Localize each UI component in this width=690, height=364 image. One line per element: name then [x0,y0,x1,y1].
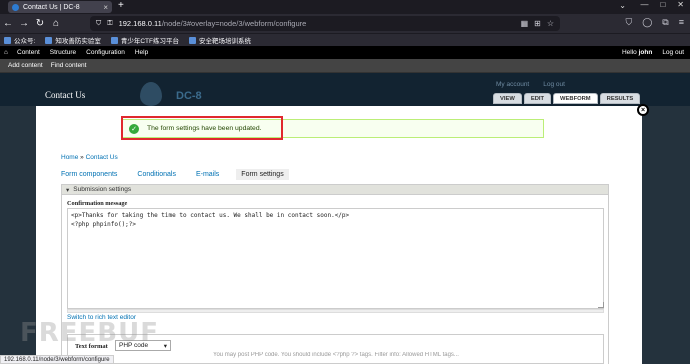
admin-user-name[interactable]: john [639,49,653,56]
user-links: My account Log out [496,81,565,88]
bookmark-icon [45,36,53,44]
extensions-icon[interactable]: ⧉ [662,17,668,28]
tab-view[interactable]: VIEW [493,93,522,104]
shortcut-add-content[interactable]: Add content [8,62,43,69]
tab-title: Contact Us | DC-8 [23,3,80,11]
bookmark-star-icon[interactable]: ☆ [547,19,554,28]
bookmark-item[interactable]: 青少年CTF练习平台 [110,35,179,45]
browser-status-bar: 192.168.0.11/node/3/webform/configure [0,355,114,364]
site-logo-text[interactable]: DC-8 [176,90,202,102]
textarea-grippie[interactable] [67,309,604,313]
resize-handle-icon[interactable] [598,302,604,308]
url-path: /node/3#overlay=node/3/webform/configure [161,19,307,28]
forward-icon[interactable]: → [16,18,32,29]
bookmark-icon [188,36,196,44]
primary-tabs: VIEW EDIT WEBFORM RESULTS [493,93,641,104]
reload-icon[interactable]: ↻ [32,18,48,29]
chevron-down-icon: ▾ [163,342,167,350]
tab-list-icon[interactable]: ⌄ [619,1,626,10]
admin-home-icon[interactable]: ⌂ [0,49,12,56]
account-icon[interactable]: ◯ [642,17,652,28]
home-icon[interactable]: ⌂ [48,18,64,29]
tab-edit[interactable]: EDIT [523,93,552,104]
lock-icon[interactable]: ⚿ [107,20,112,28]
admin-menu-configuration[interactable]: Configuration [81,49,130,56]
admin-toolbar: ⌂ Content Structure Configuration Help H… [0,46,690,59]
highlight-box [121,116,283,140]
shield-icon[interactable]: ⛉ [96,20,101,28]
secondary-tabs: Form components Conditionals E-mails For… [61,169,289,180]
shortcut-find-content[interactable]: Find content [51,62,87,69]
breadcrumb-current[interactable]: Contact Us [86,154,118,161]
bookmark-item[interactable]: 知攻善防实验室 [45,35,101,45]
collapse-triangle-icon: ▾ [66,186,70,194]
translate-icon[interactable]: ⊞ [534,19,541,28]
bookmark-item[interactable]: 公众号: [4,35,35,45]
breadcrumb-home[interactable]: Home [61,154,78,161]
bookmark-icon [4,36,11,44]
confirmation-label: Confirmation message [67,200,128,207]
breadcrumb: Home » Contact Us [61,154,118,161]
menu-icon[interactable]: ≡ [679,17,684,28]
url-host: 192.168.0.11 [118,19,162,28]
bookmark-icon [110,36,118,44]
window-close-icon[interactable]: ✕ [677,0,684,9]
text-format-info: You may post PHP code. You should includ… [213,352,459,358]
fieldset-legend-text: Submission settings [73,186,132,193]
admin-logout-link[interactable]: Log out [662,49,684,56]
admin-menu-help[interactable]: Help [130,49,153,56]
browser-tab[interactable]: Contact Us | DC-8 × [8,1,112,13]
address-bar[interactable]: ⛉ ⚿ 192.168.0.11/node/3#overlay=node/3/w… [90,16,560,31]
back-icon[interactable]: ← [0,18,16,29]
user-greeting: Hello john [621,49,653,56]
breadcrumb-separator: » [80,154,84,161]
tab-form-components[interactable]: Form components [61,169,117,180]
bookmarks-toolbar: 公众号: 知攻善防实验室 青少年CTF练习平台 安全靶场培训系统 [0,33,690,46]
tab-webform[interactable]: WEBFORM [553,93,598,104]
close-icon[interactable]: × [637,104,649,116]
my-account-link[interactable]: My account [496,81,529,88]
shortcuts-bar: Add content Find content [0,59,690,73]
new-tab-icon[interactable]: + [118,0,124,11]
drupal-logo-icon[interactable] [140,82,162,106]
qr-icon[interactable]: ▦ [521,19,529,28]
admin-menu-structure[interactable]: Structure [45,49,81,56]
watermark: FREEBUF [20,318,159,348]
confirmation-textarea[interactable]: <p>Thanks for taking the time to contact… [67,208,604,309]
tab-conditionals[interactable]: Conditionals [137,169,176,180]
browser-tab-bar: Contact Us | DC-8 × + ⌄ — □ ✕ [0,0,690,14]
tab-results[interactable]: RESULTS [599,93,641,104]
pocket-icon[interactable]: ⛉ [625,17,632,28]
browser-nav-bar: ← → ↻ ⌂ ⛉ ⚿ 192.168.0.11/node/3#overlay=… [0,14,690,33]
admin-menu-content[interactable]: Content [12,49,45,56]
site-logout-link[interactable]: Log out [543,81,565,88]
submission-settings-legend[interactable]: ▾ Submission settings [61,184,609,195]
tab-form-settings[interactable]: Form settings [236,169,289,180]
tab-emails[interactable]: E-mails [196,169,219,180]
site-favicon-icon [12,3,19,11]
close-tab-icon[interactable]: × [103,3,108,12]
maximize-icon[interactable]: □ [660,0,665,9]
minimize-icon[interactable]: — [640,0,648,9]
bookmark-item[interactable]: 安全靶场培训系统 [188,35,251,45]
page-title: Contact Us [45,90,86,100]
